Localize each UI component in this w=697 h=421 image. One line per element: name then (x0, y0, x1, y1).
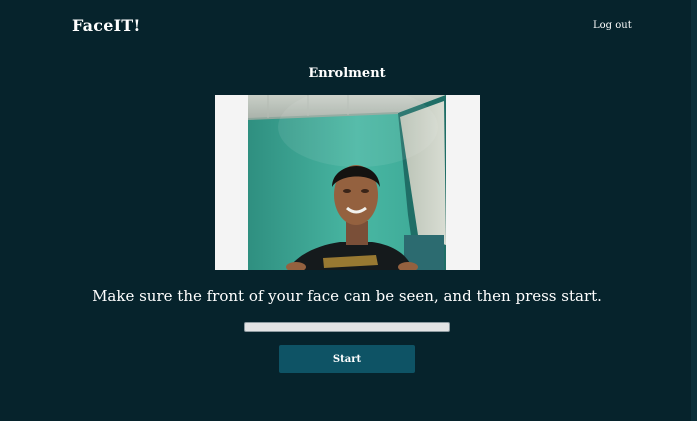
camera-preview (215, 95, 480, 270)
instruction-text: Make sure the front of your face can be … (92, 287, 602, 305)
start-button[interactable]: Start (279, 345, 415, 373)
webcam-feed (248, 95, 446, 270)
scrollbar[interactable] (691, 0, 697, 421)
enrolment-progress-bar (244, 322, 450, 332)
logout-link[interactable]: Log out (593, 20, 632, 31)
enrolment-page: FaceIT! Log out Enrolment Make sure the … (0, 0, 697, 421)
page-title: Enrolment (308, 66, 386, 81)
brand-logo[interactable]: FaceIT! (72, 16, 141, 35)
